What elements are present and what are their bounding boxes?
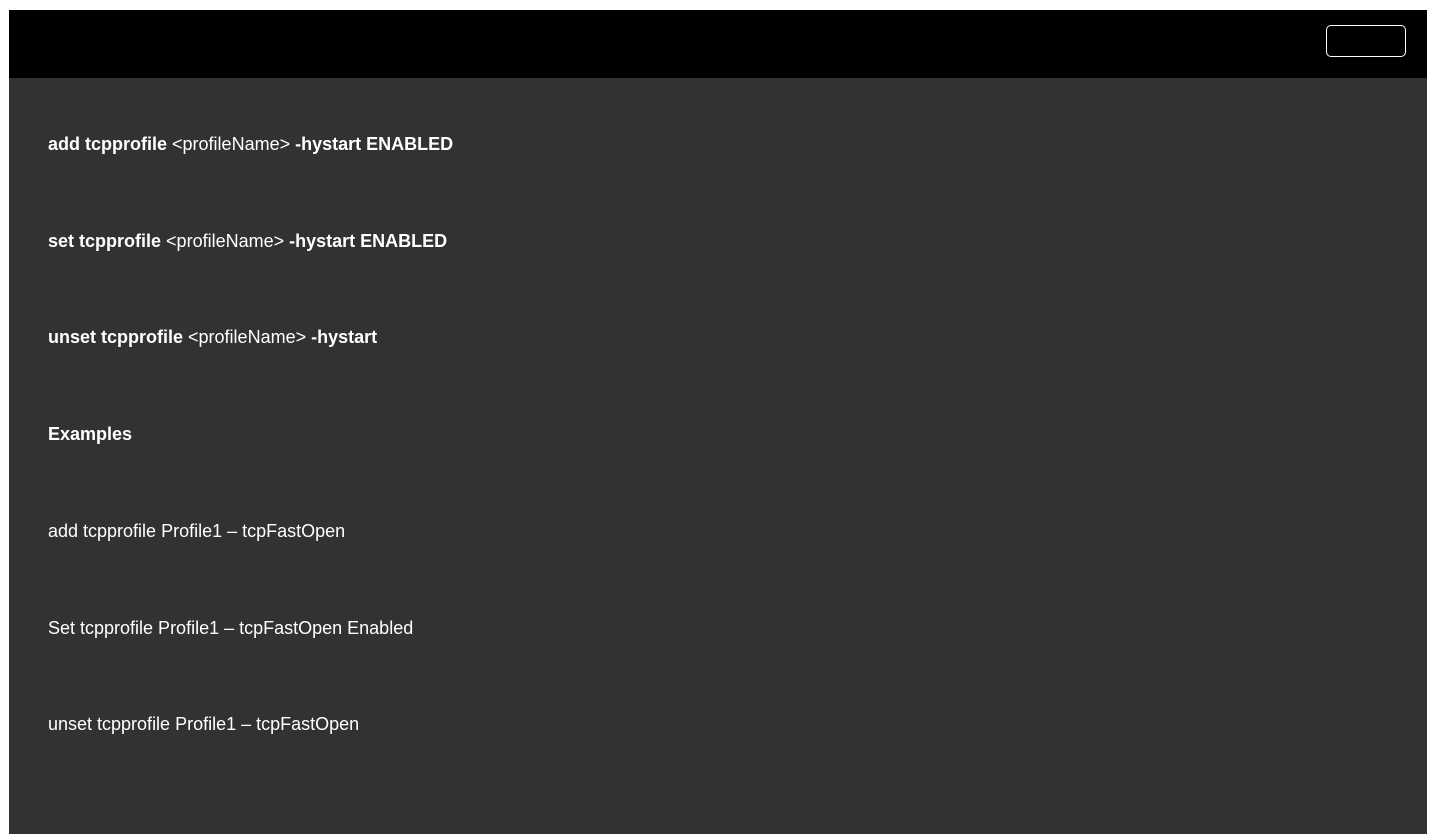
command-name: add tcpprofile [48,134,168,154]
command-name: unset tcpprofile [48,327,184,347]
command-option: -hystart [311,327,378,347]
command-argument: <profileName> [166,231,285,251]
top-bar-button[interactable] [1326,25,1406,57]
command-option: -hystart ENABLED [295,134,454,154]
examples-heading: Examples [48,424,133,444]
content-frame: add tcpprofile <profileName> -hystart EN… [9,10,1427,834]
command-argument: <profileName> [172,134,291,154]
command-line-set: set tcpprofile <profileName> -hystart EN… [48,230,447,252]
top-bar [9,10,1427,78]
command-name: set tcpprofile [48,231,162,251]
command-option: -hystart ENABLED [289,231,448,251]
command-line-add: add tcpprofile <profileName> -hystart EN… [48,133,453,155]
command-argument: <profileName> [188,327,307,347]
example-line-unset: unset tcpprofile Profile1 – tcpFastOpen [48,714,360,734]
example-line-set: Set tcpprofile Profile1 – tcpFastOpen En… [48,618,414,638]
command-line-unset: unset tcpprofile <profileName> -hystart [48,326,377,348]
example-line-add: add tcpprofile Profile1 – tcpFastOpen [48,521,346,541]
